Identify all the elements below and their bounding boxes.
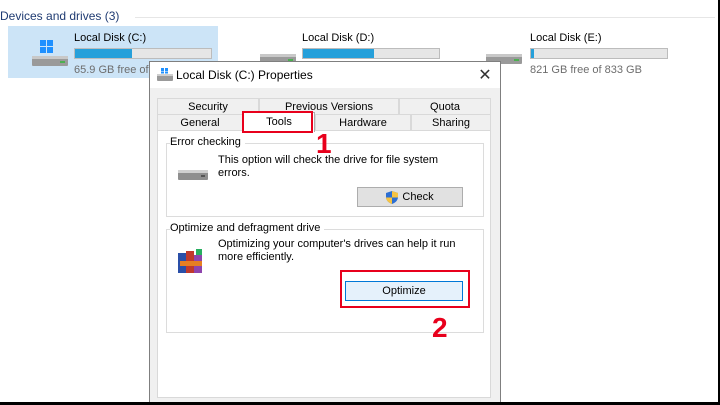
optimize-title: Optimize and defragment drive: [170, 222, 325, 234]
drive-name-c: Local Disk (C:): [74, 32, 147, 44]
tools-tab-highlight: [242, 111, 313, 133]
check-button-label: Check: [402, 191, 434, 203]
step-number-1: 1: [316, 128, 332, 159]
drive-usage-bar-d: [302, 48, 440, 59]
tab-general[interactable]: General: [157, 114, 243, 130]
devices-section-title: Devices and drives (3): [0, 9, 718, 23]
drive-free-text-e: 821 GB free of 833 GB: [530, 64, 642, 76]
explorer-window: Devices and drives (3) Local Disk (C:) 6…: [0, 0, 718, 402]
error-checking-description: This option will check the drive for fil…: [218, 154, 439, 179]
error-checking-title: Error checking: [170, 136, 245, 148]
drive-usage-fill-e: [531, 49, 534, 58]
drive-icon: [157, 68, 173, 81]
dialog-title: Local Disk (C:) Properties: [176, 68, 313, 82]
drive-usage-fill-d: [303, 49, 374, 58]
tab-sharing[interactable]: Sharing: [411, 114, 491, 130]
optimize-description: Optimizing your computer's drives can he…: [218, 238, 456, 263]
uac-shield-icon: [386, 190, 399, 204]
close-icon: ✕: [478, 67, 492, 84]
close-button[interactable]: ✕: [470, 62, 500, 88]
optimize-button-highlight: [340, 270, 470, 308]
check-button[interactable]: Check: [357, 187, 463, 207]
tab-quota[interactable]: Quota: [399, 98, 491, 114]
dialog-titlebar[interactable]: Local Disk (C:) Properties ✕: [150, 62, 500, 88]
drive-usage-bar-e: [530, 48, 668, 59]
hard-drive-icon: [178, 170, 208, 180]
step-number-2: 2: [432, 312, 448, 343]
tools-tab-panel: Error checking This option will check th…: [157, 130, 491, 398]
defragment-icon: [178, 249, 202, 273]
properties-dialog: Local Disk (C:) Properties ✕ Security Pr…: [149, 61, 501, 402]
windows-drive-icon: [32, 40, 68, 66]
drive-usage-fill-c: [75, 49, 133, 58]
drive-usage-bar-c: [74, 48, 212, 59]
drive-name-e: Local Disk (E:): [530, 32, 602, 44]
drive-name-d: Local Disk (D:): [302, 32, 375, 44]
drive-free-text-c: 65.9 GB free of: [74, 64, 149, 76]
